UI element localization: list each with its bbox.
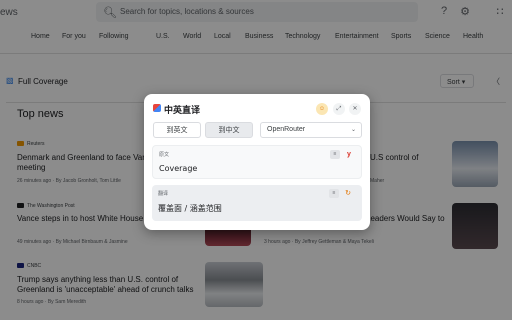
- translator-dialog: 中英直译 ☺ ⤢ ✕ 到英文 到中文 OpenRouter ⌄ 原文 ≡ y C…: [144, 94, 370, 230]
- article-thumbnail[interactable]: [452, 203, 498, 249]
- nav-world[interactable]: World: [183, 33, 201, 40]
- refresh-icon[interactable]: ↻: [343, 189, 353, 198]
- youdao-icon[interactable]: y: [344, 150, 354, 159]
- search-icon[interactable]: 🔍︎: [103, 6, 117, 19]
- source-text[interactable]: Coverage: [159, 164, 197, 173]
- copy-icon[interactable]: ≡: [329, 189, 339, 198]
- sort-label: Sort: [447, 79, 460, 86]
- article-meta: 26 minutes ago · By Jacob Gronholt, Tom …: [17, 178, 121, 184]
- close-icon[interactable]: ✕: [349, 103, 361, 115]
- source-logo-icon: [17, 263, 24, 269]
- apps-grid-icon[interactable]: ∷: [493, 5, 507, 18]
- nav-us[interactable]: U.S.: [156, 33, 170, 40]
- tab-to-english[interactable]: 到英文: [153, 122, 201, 138]
- article-thumbnail[interactable]: [205, 262, 263, 307]
- translator-logo-icon: [153, 104, 161, 112]
- nav-following[interactable]: Following: [99, 33, 129, 40]
- source-panel: 原文 ≡ y Coverage: [152, 145, 362, 179]
- output-text[interactable]: 覆盖面 / 涵盖范围: [158, 203, 222, 214]
- article-source[interactable]: CNBC: [17, 263, 41, 269]
- article-headline[interactable]: Trump says anything less than U.S. contr…: [17, 275, 202, 295]
- sort-button[interactable]: Sort ▾: [440, 74, 474, 88]
- source-logo-icon: [17, 141, 24, 147]
- dialog-title: 中英直译: [164, 106, 201, 116]
- nav-local[interactable]: Local: [214, 33, 231, 40]
- nav-technology[interactable]: Technology: [285, 33, 320, 40]
- nav-business[interactable]: Business: [245, 33, 273, 40]
- article-source[interactable]: Reuters: [17, 141, 45, 147]
- nav-entertainment[interactable]: Entertainment: [335, 33, 379, 40]
- engine-value: OpenRouter: [267, 126, 306, 133]
- full-coverage-title: Full Coverage: [18, 77, 68, 86]
- article-thumbnail[interactable]: [452, 141, 498, 187]
- article-meta: 49 minutes ago · By Michael Birnbaum & J…: [17, 239, 128, 245]
- nav-home[interactable]: Home: [31, 33, 50, 40]
- section-title: Top news: [17, 108, 64, 120]
- smile-icon[interactable]: ☺: [316, 103, 328, 115]
- output-label: 翻译: [158, 191, 169, 197]
- nav-science[interactable]: Science: [425, 33, 450, 40]
- help-icon[interactable]: ?: [437, 5, 451, 17]
- layers-icon: ▧: [6, 76, 14, 85]
- brand-logo[interactable]: ews: [0, 7, 18, 18]
- chevron-down-icon: ⌄: [350, 127, 356, 133]
- output-panel: 翻译 ≡ ↻ 覆盖面 / 涵盖范围: [152, 185, 362, 221]
- section-nav: Home For you Following U.S. World Local …: [0, 33, 512, 47]
- article-meta: Maher: [370, 178, 385, 184]
- nav-health[interactable]: Health: [463, 33, 483, 40]
- article-meta: 3 hours ago · By Jeffrey Gettleman & May…: [264, 239, 374, 245]
- article-headline[interactable]: Leaders Would Say to: [366, 214, 445, 224]
- engine-select[interactable]: OpenRouter ⌄: [260, 122, 362, 138]
- search-bar[interactable]: 🔍︎ Search for topics, locations & source…: [96, 2, 418, 22]
- article-source[interactable]: The Washington Post: [17, 203, 75, 209]
- gear-icon[interactable]: ⚙: [458, 5, 472, 18]
- tab-to-chinese[interactable]: 到中文: [205, 122, 253, 138]
- share-icon[interactable]: 〈: [492, 76, 500, 87]
- article-headline[interactable]: U.S control of: [370, 153, 418, 163]
- source-label: 原文: [159, 152, 170, 158]
- nav-for-you[interactable]: For you: [62, 33, 86, 40]
- nav-sports[interactable]: Sports: [391, 33, 411, 40]
- article-meta: 8 hours ago · By Sam Meredith: [17, 299, 87, 305]
- expand-icon[interactable]: ⤢: [333, 103, 345, 115]
- source-logo-icon: [17, 203, 24, 209]
- top-app-bar: ews 🔍︎ Search for topics, locations & so…: [0, 0, 512, 26]
- search-placeholder[interactable]: Search for topics, locations & sources: [120, 7, 254, 16]
- nav-divider: [0, 53, 512, 54]
- lang-badge-icon[interactable]: ≡: [330, 150, 340, 159]
